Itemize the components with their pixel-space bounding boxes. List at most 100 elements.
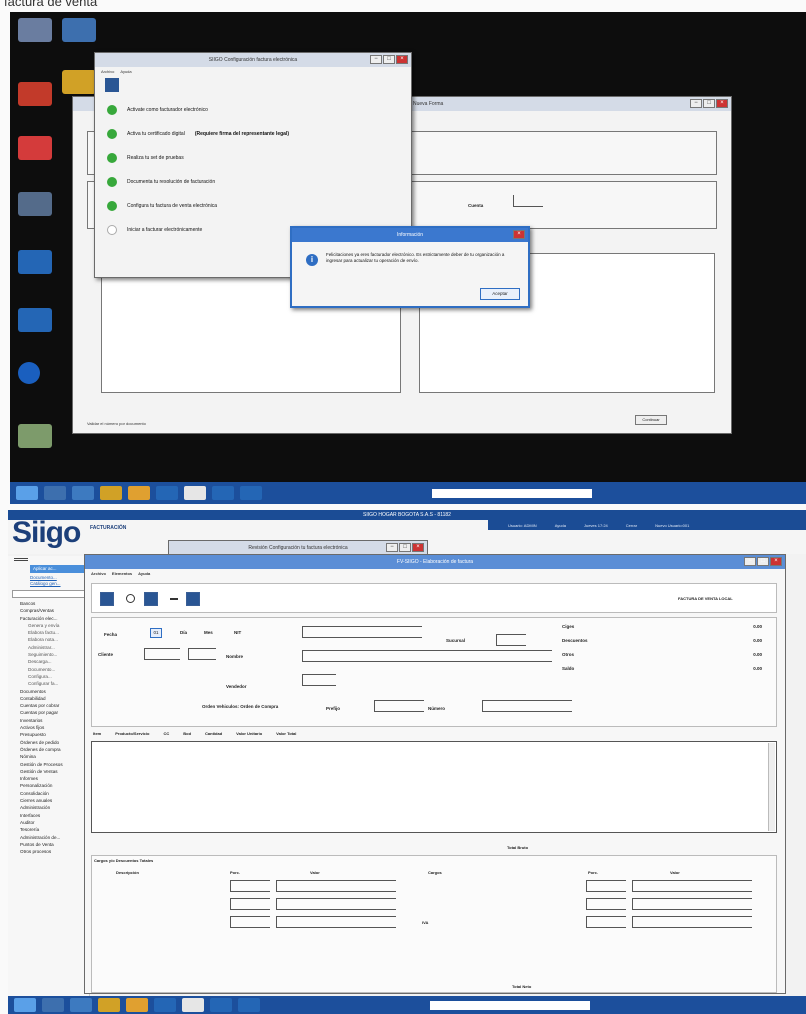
minus-icon[interactable] [170, 598, 178, 600]
minimize-icon[interactable]: − [370, 55, 382, 64]
valor-input-6[interactable] [632, 916, 752, 928]
valor-input-1[interactable] [276, 880, 396, 892]
menu-ayuda[interactable]: Ayuda [120, 69, 131, 74]
pdf-reader-icon[interactable] [18, 82, 52, 106]
window-icon[interactable] [182, 998, 204, 1012]
continue-button[interactable]: Continuar [635, 415, 667, 425]
menu-ayuda[interactable]: Ayuda [138, 571, 150, 576]
powershell-icon[interactable] [72, 486, 94, 500]
sidebar-item[interactable]: Personalización [8, 782, 89, 789]
sidebar-item[interactable]: Elabora factu... [8, 629, 89, 636]
catalog-link[interactable]: Catálogo gen... [30, 581, 89, 586]
items-table-body[interactable] [91, 741, 777, 833]
table-header-cell[interactable]: Item [93, 731, 101, 739]
maximize-icon[interactable]: □ [399, 543, 411, 552]
sidebar-item[interactable]: Contabilidad [8, 695, 89, 702]
installer-icon[interactable] [18, 424, 52, 448]
numero-input[interactable] [482, 700, 572, 712]
valor-input-5[interactable] [632, 898, 752, 910]
siigo-app-icon[interactable] [18, 250, 52, 274]
cliente-branch-input[interactable] [188, 648, 216, 660]
sidebar-item[interactable]: Compras/Ventas [8, 607, 89, 614]
close-icon[interactable]: × [770, 557, 782, 566]
window-icon[interactable] [184, 486, 206, 500]
fecha-input[interactable]: 01 [150, 628, 162, 638]
valor-input-4[interactable] [632, 880, 752, 892]
porc-input-1[interactable] [230, 880, 270, 892]
header-help[interactable]: Ayuda [555, 523, 566, 528]
config-step[interactable]: Documenta tu resolución de facturación [95, 170, 411, 194]
sidebar-item[interactable]: Descarga... [8, 658, 89, 665]
sidebar-item[interactable]: Puntos de Venta [8, 841, 89, 848]
sidebar-item[interactable]: Documentos [8, 688, 89, 695]
porc-input-3[interactable] [230, 916, 270, 928]
config-step[interactable]: Activate como facturador electrónico [95, 98, 411, 122]
porc-input-6[interactable] [586, 916, 626, 928]
server-manager-icon[interactable] [44, 486, 66, 500]
sidebar-item[interactable]: Documento... [8, 666, 89, 673]
siigo-taskbar-icon-3[interactable] [238, 998, 260, 1012]
start-icon[interactable] [14, 998, 36, 1012]
folder-icon[interactable] [62, 70, 96, 94]
valor-input-2[interactable] [276, 898, 396, 910]
sucursal-input[interactable] [496, 634, 526, 646]
network-icon[interactable] [62, 18, 96, 42]
sidebar-item[interactable]: Activos fijos [8, 724, 89, 731]
sidebar-item[interactable]: Otros procesos [8, 848, 89, 855]
exit-icon[interactable] [100, 592, 114, 606]
close-icon[interactable]: × [513, 230, 525, 239]
siigo-taskbar-icon[interactable] [154, 998, 176, 1012]
address-field[interactable] [430, 1000, 590, 1010]
table-header-cell[interactable]: CC [163, 731, 169, 739]
close-icon[interactable]: × [716, 99, 728, 108]
minimize-icon[interactable]: − [690, 99, 702, 108]
sidebar-item[interactable]: Administración de... [8, 834, 89, 841]
exit-icon[interactable] [105, 78, 119, 92]
porc-input-4[interactable] [586, 880, 626, 892]
nit-input[interactable] [302, 626, 422, 638]
teamviewer-icon[interactable] [18, 362, 40, 384]
siigo-taskbar-icon-2[interactable] [210, 998, 232, 1012]
table-header-cell[interactable]: Producto/Servicio [115, 731, 149, 739]
valor-input-3[interactable] [276, 916, 396, 928]
cuenta-input[interactable] [513, 195, 543, 207]
maximize-icon[interactable]: □ [703, 99, 715, 108]
sidebar-item[interactable]: Inventarios [8, 717, 89, 724]
printer-icon[interactable] [18, 192, 52, 216]
nombre-input[interactable] [302, 650, 552, 662]
powershell-icon[interactable] [70, 998, 92, 1012]
address-field[interactable] [432, 488, 592, 498]
table-header-cell[interactable]: Valor Total [276, 731, 296, 739]
cliente-input[interactable] [144, 648, 180, 660]
search-icon[interactable] [126, 594, 135, 603]
sidebar-item[interactable]: Nómina [8, 753, 89, 760]
minimize-icon[interactable]: − [386, 543, 398, 552]
vendedor-input[interactable] [302, 674, 336, 686]
config-step[interactable]: Realiza tu set de pruebas [95, 146, 411, 170]
sidebar-item[interactable]: Facturación elec... [8, 615, 89, 622]
maximize-icon[interactable]: □ [757, 557, 769, 566]
sidebar-item[interactable]: Configurar fa... [8, 680, 89, 687]
apply-button[interactable]: Aplicar ac... [30, 565, 90, 573]
chrome-icon[interactable] [128, 486, 150, 500]
table-header-cell[interactable]: Cantidad [205, 731, 222, 739]
sidebar-item[interactable]: Cuentas por pagar [8, 709, 89, 716]
siigo-taskbar-icon-2[interactable] [212, 486, 234, 500]
accept-button[interactable]: Aceptar [480, 288, 520, 300]
media-player-icon[interactable] [18, 136, 52, 160]
table-header-cell[interactable]: Valor Unitario [236, 731, 262, 739]
sidebar-item[interactable]: Gestión de Ventas [8, 768, 89, 775]
explorer-icon[interactable] [98, 998, 120, 1012]
close-icon[interactable]: × [412, 543, 424, 552]
sidebar-search-input[interactable] [12, 590, 86, 598]
delete-icon[interactable] [144, 592, 158, 606]
sidebar-item[interactable]: Seguimiento... [8, 651, 89, 658]
sidebar-item[interactable]: Órdenes de pedido [8, 739, 89, 746]
sidebar-item[interactable]: Genera y envía [8, 622, 89, 629]
hamburger-icon[interactable] [14, 558, 28, 561]
sidebar-item[interactable]: Configura... [8, 673, 89, 680]
server-manager-icon[interactable] [42, 998, 64, 1012]
menu-elementos[interactable]: Elementos [112, 571, 132, 576]
sidebar-item[interactable]: Cuentas por cobrar [8, 702, 89, 709]
start-icon[interactable] [16, 486, 38, 500]
